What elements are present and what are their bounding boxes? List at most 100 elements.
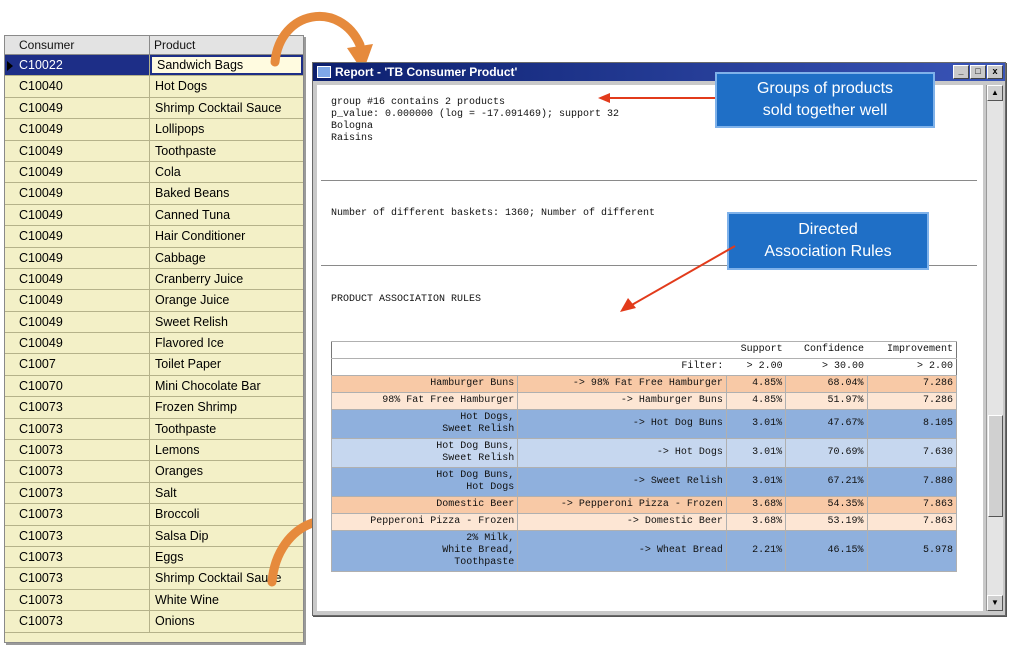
- filter-improvement[interactable]: > 2.00: [867, 358, 957, 376]
- table-row[interactable]: C10073 Shrimp Cocktail Sauce: [5, 568, 303, 590]
- scroll-down-icon[interactable]: ▼: [987, 595, 1003, 611]
- product-cell[interactable]: Orange Juice: [150, 290, 303, 310]
- product-cell[interactable]: Cranberry Juice: [150, 269, 303, 289]
- consumer-cell[interactable]: C10073: [5, 418, 150, 440]
- filter-confidence[interactable]: > 30.00: [785, 358, 868, 376]
- product-cell[interactable]: Flavored Ice: [150, 333, 303, 353]
- rule-row[interactable]: Domestic Beer -> Pepperoni Pizza - Frozen…: [330, 496, 958, 514]
- product-cell[interactable]: Baked Beans: [150, 183, 303, 203]
- table-row[interactable]: C10049 Canned Tuna: [5, 204, 303, 227]
- table-row[interactable]: C10049 Cranberry Juice: [5, 268, 303, 291]
- close-button[interactable]: x: [987, 65, 1003, 79]
- consumer-cell[interactable]: C1007: [5, 354, 150, 375]
- report-window[interactable]: Report - 'TB Consumer Product' _ □ x gro…: [312, 62, 1006, 616]
- product-cell[interactable]: Lollipops: [150, 119, 303, 139]
- consumer-cell[interactable]: C10073: [5, 568, 150, 589]
- table-row[interactable]: C10070 Mini Chocolate Bar: [5, 375, 303, 398]
- consumer-cell[interactable]: C10073: [5, 525, 150, 546]
- consumer-cell[interactable]: C10049: [5, 268, 150, 290]
- consumer-cell[interactable]: C10073: [5, 482, 150, 504]
- rule-confidence: 51.97%: [785, 392, 868, 410]
- rule-antecedent: 98% Fat Free Hamburger: [330, 392, 519, 410]
- table-row[interactable]: C10049 Sweet Relish: [5, 311, 303, 334]
- consumer-cell[interactable]: C10022: [5, 55, 150, 76]
- rule-row[interactable]: 98% Fat Free Hamburger -> Hamburger Buns 4…: [330, 392, 958, 410]
- scroll-thumb[interactable]: [988, 415, 1003, 517]
- consumer-cell[interactable]: C10073: [5, 461, 150, 482]
- consumer-cell[interactable]: C10049: [5, 290, 150, 311]
- column-header-consumer[interactable]: Consumer: [5, 36, 150, 54]
- maximize-button[interactable]: □: [970, 65, 986, 79]
- table-row[interactable]: C10073 Eggs: [5, 546, 303, 569]
- table-row[interactable]: C10073 Onions: [5, 611, 303, 633]
- product-cell[interactable]: Cola: [150, 162, 303, 182]
- consumer-cell[interactable]: C10049: [5, 204, 150, 226]
- report-window-icon: [317, 66, 331, 78]
- consumer-cell[interactable]: C10073: [5, 589, 150, 611]
- consumer-cell[interactable]: C10070: [5, 375, 150, 397]
- group-line-1: group #16 contains 2 products: [331, 97, 506, 108]
- table-row[interactable]: C10049 Lollipops: [5, 119, 303, 141]
- product-cell[interactable]: Frozen Shrimp: [150, 397, 303, 417]
- consumer-cell[interactable]: C10073: [5, 397, 150, 418]
- rule-support: 2.21%: [725, 530, 787, 572]
- consumer-cell[interactable]: C10049: [5, 97, 150, 119]
- vertical-scrollbar[interactable]: ▲ ▼: [986, 85, 1003, 611]
- product-cell[interactable]: Mini Chocolate Bar: [150, 376, 303, 396]
- consumer-cell[interactable]: C10073: [5, 440, 150, 461]
- table-row[interactable]: C10073 Frozen Shrimp: [5, 397, 303, 419]
- consumer-cell[interactable]: C10073: [5, 546, 150, 568]
- rule-row[interactable]: Hot Dog Buns, Sweet Relish -> Hot Dogs 3.0…: [330, 438, 958, 468]
- product-cell[interactable]: Toothpaste: [150, 141, 303, 161]
- table-row[interactable]: C10049 Toothpaste: [5, 140, 303, 162]
- table-row[interactable]: C10049 Shrimp Cocktail Sauce: [5, 97, 303, 120]
- consumer-cell[interactable]: C10049: [5, 119, 150, 140]
- rule-row[interactable]: Hot Dog Buns, Hot Dogs -> Sweet Relish 3.0…: [330, 467, 958, 497]
- filter-support[interactable]: > 2.00: [726, 358, 786, 376]
- table-row[interactable]: C10073 Salt: [5, 482, 303, 505]
- table-row[interactable]: C10073 Lemons: [5, 440, 303, 462]
- consumer-cell[interactable]: C10049: [5, 226, 150, 247]
- consumer-cell[interactable]: C10049: [5, 311, 150, 333]
- table-row[interactable]: C10049 Flavored Ice: [5, 333, 303, 355]
- product-cell[interactable]: Sweet Relish: [150, 312, 303, 332]
- table-row[interactable]: C10049 Cola: [5, 161, 303, 184]
- minimize-button[interactable]: _: [953, 65, 969, 79]
- scroll-up-icon[interactable]: ▲: [987, 85, 1003, 101]
- product-cell[interactable]: Lemons: [150, 440, 303, 460]
- consumer-cell[interactable]: C10040: [5, 76, 150, 97]
- consumer-cell[interactable]: C10049: [5, 140, 150, 161]
- rule-row[interactable]: Hot Dogs, Sweet Relish -> Hot Dog Buns 3.0…: [330, 409, 958, 439]
- table-row[interactable]: C10073 Oranges: [5, 461, 303, 483]
- consumer-cell[interactable]: C10073: [5, 504, 150, 525]
- rule-row[interactable]: Hamburger Buns -> 98% Fat Free Hamburger 4…: [330, 375, 958, 393]
- product-cell[interactable]: Oranges: [150, 461, 303, 481]
- product-cell[interactable]: Onions: [150, 611, 303, 631]
- consumer-cell[interactable]: C10049: [5, 333, 150, 354]
- table-row[interactable]: C10049 Orange Juice: [5, 290, 303, 312]
- table-row[interactable]: C10073 Broccoli: [5, 504, 303, 526]
- rule-antecedent: Hot Dog Buns, Hot Dogs: [330, 467, 519, 497]
- product-cell[interactable]: Canned Tuna: [150, 205, 303, 225]
- table-row[interactable]: C10073 Toothpaste: [5, 418, 303, 441]
- table-row[interactable]: C10073 Salsa Dip: [5, 525, 303, 547]
- rule-consequent: -> Hot Dog Buns: [517, 409, 727, 439]
- consumer-cell[interactable]: C10049: [5, 247, 150, 268]
- product-cell[interactable]: Shrimp Cocktail Sauce: [150, 98, 303, 118]
- product-cell[interactable]: Hair Conditioner: [150, 226, 303, 246]
- table-row[interactable]: C10049 Baked Beans: [5, 183, 303, 205]
- rule-confidence: 70.69%: [785, 438, 868, 468]
- product-cell[interactable]: Toothpaste: [150, 419, 303, 439]
- table-row[interactable]: C1007 Toilet Paper: [5, 354, 303, 376]
- table-row[interactable]: C10049 Cabbage: [5, 247, 303, 269]
- rule-row[interactable]: 2% Milk, White Bread, Toothpaste -> Wheat…: [330, 530, 958, 572]
- table-row[interactable]: C10049 Hair Conditioner: [5, 226, 303, 248]
- product-cell[interactable]: Cabbage: [150, 248, 303, 268]
- rule-row[interactable]: Pepperoni Pizza - Frozen -> Domestic Beer…: [330, 513, 958, 531]
- table-row[interactable]: C10073 White Wine: [5, 589, 303, 612]
- consumer-cell[interactable]: C10049: [5, 183, 150, 204]
- product-cell[interactable]: Toilet Paper: [150, 354, 303, 374]
- callout-arrow-rules-icon: [620, 245, 736, 312]
- consumer-cell[interactable]: C10073: [5, 611, 150, 632]
- consumer-cell[interactable]: C10049: [5, 161, 150, 183]
